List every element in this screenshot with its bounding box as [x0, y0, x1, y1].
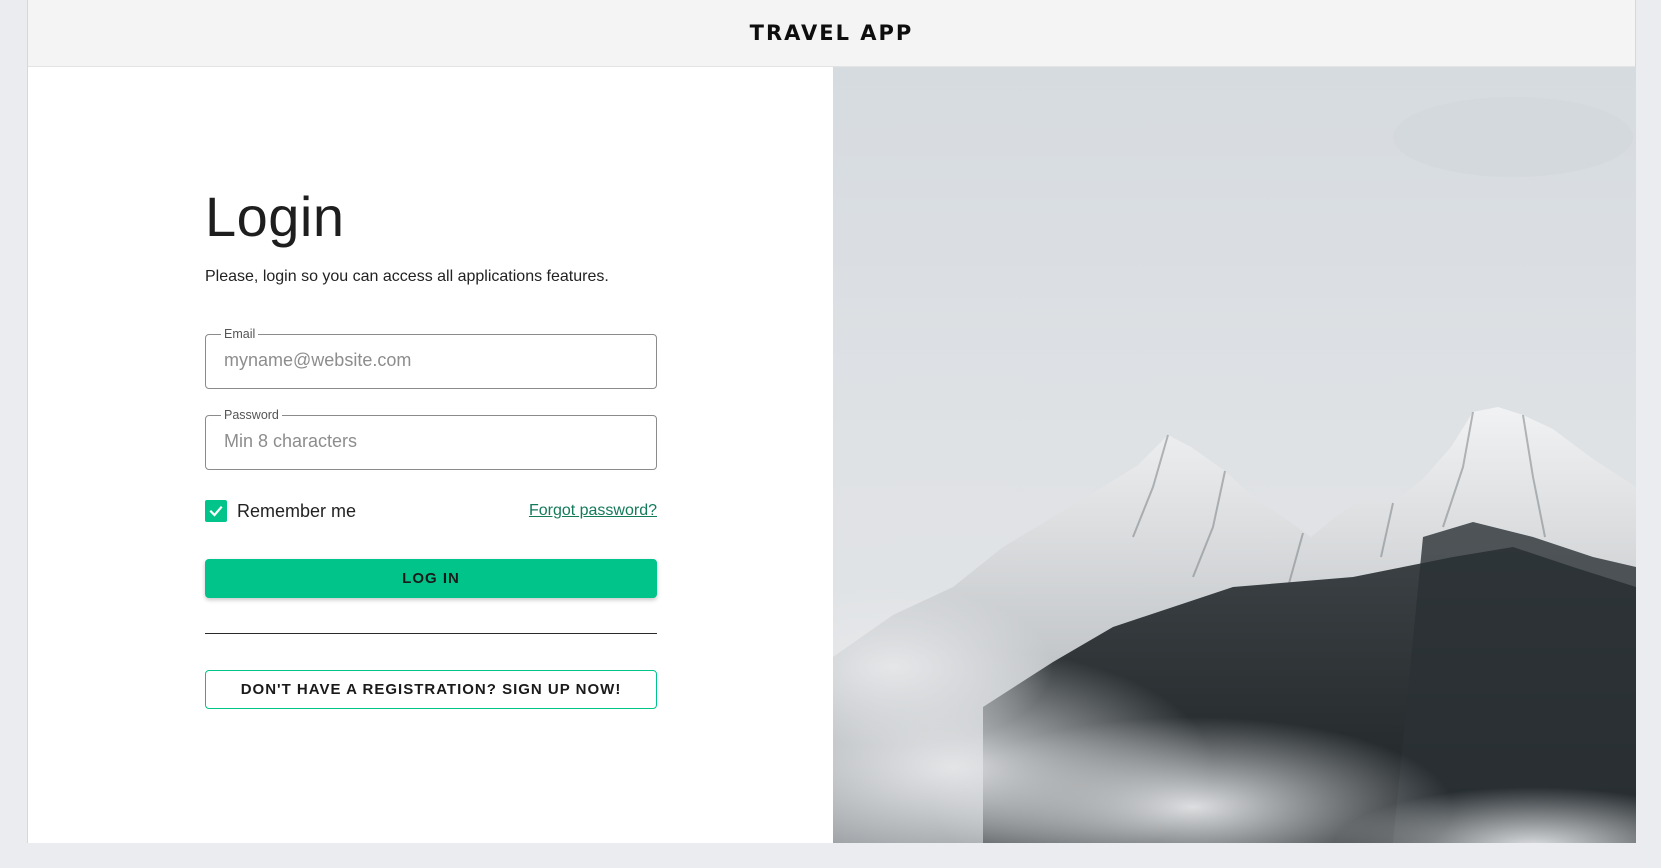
top-header: TRAVEL APP [28, 0, 1635, 67]
app-window: TRAVEL APP Login Please, login so you ca… [27, 0, 1636, 843]
remember-me-label: Remember me [237, 500, 357, 521]
email-field: Email [205, 327, 657, 389]
brand-title: TRAVEL APP [749, 21, 914, 45]
page-title: Login [205, 185, 345, 248]
login-panel: Login Please, login so you can access al… [28, 67, 833, 843]
options-row: Remember me Forgot password? [205, 500, 657, 522]
divider [205, 633, 657, 634]
page-subtitle: Please, login so you can access all appl… [205, 268, 609, 285]
hero-image [833, 67, 1636, 843]
forgot-password-link[interactable]: Forgot password? [529, 502, 657, 520]
login-button[interactable]: LOG IN [205, 559, 657, 598]
email-input[interactable] [224, 338, 638, 382]
password-field: Password [205, 408, 657, 470]
signup-button[interactable]: DON'T HAVE A REGISTRATION? SIGN UP NOW! [205, 670, 657, 709]
mountain-landscape-photo [833, 67, 1636, 843]
checkmark-icon [209, 505, 223, 517]
password-input[interactable] [224, 419, 638, 463]
login-form: Login Please, login so you can access al… [205, 185, 657, 709]
remember-me-toggle[interactable]: Remember me [205, 500, 356, 522]
remember-me-checkbox[interactable] [205, 500, 227, 522]
